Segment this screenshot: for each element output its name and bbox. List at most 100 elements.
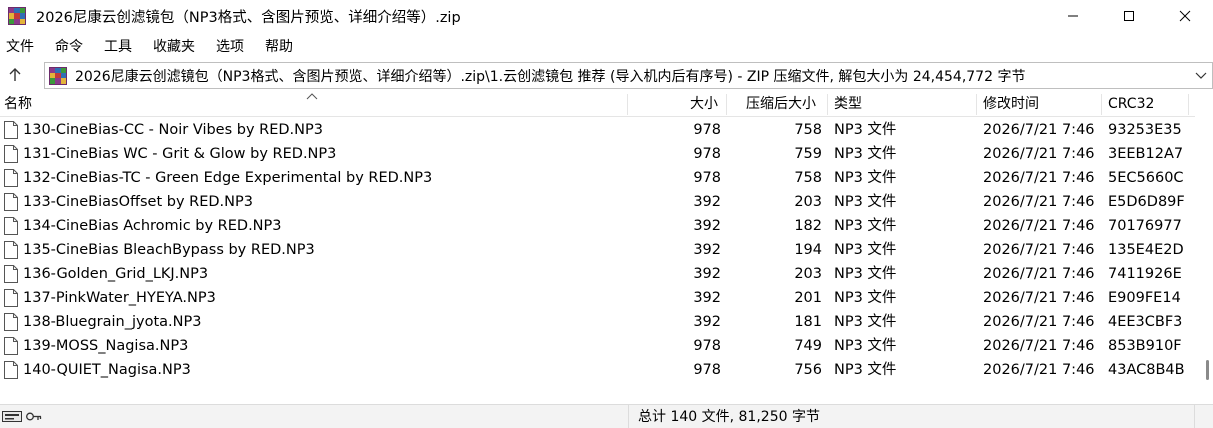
file-size: 392	[693, 218, 721, 234]
file-size: 978	[693, 122, 721, 138]
file-name: 134-CineBias Achromic by RED.NP3	[23, 218, 282, 234]
table-row[interactable]: 138-Bluegrain_jyota.NP3 392 181 NP3 文件 2…	[0, 310, 1195, 334]
file-modified: 2026/7/21 7:46	[983, 314, 1095, 330]
file-name: 131-CineBias WC - Grit & Glow by RED.NP3	[23, 146, 337, 162]
file-size: 978	[693, 170, 721, 186]
vertical-scrollbar[interactable]	[1196, 92, 1213, 403]
table-row[interactable]: 140-QUIET_Nagisa.NP3 978 756 NP3 文件 2026…	[0, 358, 1195, 382]
file-modified: 2026/7/21 7:46	[983, 242, 1095, 258]
menu-tools[interactable]: 工具	[98, 36, 138, 56]
column-separator[interactable]	[976, 94, 977, 115]
table-row[interactable]: 130-CineBias-CC - Noir Vibes by RED.NP3 …	[0, 118, 1195, 142]
file-modified: 2026/7/21 7:46	[983, 290, 1095, 306]
file-packed-size: 181	[794, 314, 822, 330]
file-packed-size: 182	[794, 218, 822, 234]
maximize-button[interactable]	[1101, 0, 1157, 32]
archive-icon	[49, 66, 67, 85]
file-crc: 4EE3CBF3	[1108, 314, 1183, 330]
file-crc: 43AC8B4B	[1108, 362, 1185, 378]
column-header-mtime[interactable]: 修改时间	[983, 92, 1039, 117]
file-packed-size: 194	[794, 242, 822, 258]
file-name: 133-CineBiasOffset by RED.NP3	[23, 194, 253, 210]
menu-commands[interactable]: 命令	[49, 36, 89, 56]
up-folder-button[interactable]	[4, 64, 26, 86]
file-packed-size: 758	[794, 122, 822, 138]
table-row[interactable]: 135-CineBias BleachBypass by RED.NP3 392…	[0, 238, 1195, 262]
file-crc: E5D6D89F	[1108, 194, 1185, 210]
file-crc: 70176977	[1108, 218, 1182, 234]
address-bar[interactable]: 2026尼康云创滤镜包（NP3格式、含图片预览、详细介绍等）.zip\1.云创滤…	[44, 62, 1213, 89]
table-row[interactable]: 137-PinkWater_HYEYA.NP3 392 201 NP3 文件 2…	[0, 286, 1195, 310]
file-size: 392	[693, 242, 721, 258]
file-name: 132-CineBias-TC - Green Edge Experimenta…	[23, 170, 433, 186]
address-dropdown-button[interactable]	[1190, 72, 1212, 80]
file-size: 392	[693, 290, 721, 306]
file-list: 130-CineBias-CC - Noir Vibes by RED.NP3 …	[0, 118, 1195, 382]
column-separator[interactable]	[827, 94, 828, 115]
file-type: NP3 文件	[834, 266, 897, 282]
status-bar: 总计 140 文件, 81,250 字节	[0, 404, 1213, 428]
title-bar[interactable]: 2026尼康云创滤镜包（NP3格式、含图片预览、详细介绍等）.zip	[0, 0, 1213, 32]
file-packed-size: 203	[794, 194, 822, 210]
column-header-crc[interactable]: CRC32	[1108, 92, 1154, 117]
file-type: NP3 文件	[834, 218, 897, 234]
menu-bar: 文件 命令 工具 收藏夹 选项 帮助	[0, 34, 308, 58]
column-separator[interactable]	[1101, 94, 1102, 115]
winrar-books-icon	[8, 7, 26, 25]
file-size: 392	[693, 314, 721, 330]
menu-help[interactable]: 帮助	[259, 36, 299, 56]
file-icon	[4, 361, 18, 379]
menu-favorites[interactable]: 收藏夹	[147, 36, 201, 56]
sort-ascending-icon	[306, 93, 318, 100]
file-packed-size: 756	[794, 362, 822, 378]
table-row[interactable]: 132-CineBias-TC - Green Edge Experimenta…	[0, 166, 1195, 190]
file-icon	[4, 337, 18, 355]
file-packed-size: 759	[794, 146, 822, 162]
minimize-button[interactable]	[1045, 0, 1101, 32]
table-row[interactable]: 139-MOSS_Nagisa.NP3 978 749 NP3 文件 2026/…	[0, 334, 1195, 358]
column-header-packed[interactable]: 压缩后大小	[746, 92, 816, 117]
file-modified: 2026/7/21 7:46	[983, 146, 1095, 162]
file-packed-size: 758	[794, 170, 822, 186]
file-size: 392	[693, 266, 721, 282]
column-separator[interactable]	[1188, 94, 1189, 115]
file-icon	[4, 289, 18, 307]
table-row[interactable]: 136-Golden_Grid_LKJ.NP3 392 203 NP3 文件 2…	[0, 262, 1195, 286]
file-modified: 2026/7/21 7:46	[983, 218, 1095, 234]
column-header-size[interactable]: 大小	[690, 92, 718, 117]
close-button[interactable]	[1157, 0, 1213, 32]
file-name: 137-PinkWater_HYEYA.NP3	[23, 290, 216, 306]
table-row[interactable]: 134-CineBias Achromic by RED.NP3 392 182…	[0, 214, 1195, 238]
window-title: 2026尼康云创滤镜包（NP3格式、含图片预览、详细介绍等）.zip	[36, 9, 461, 26]
column-headers: 名称 大小 压缩后大小 类型 修改时间 CRC32	[0, 92, 1195, 117]
column-separator[interactable]	[726, 94, 727, 115]
file-size: 392	[693, 194, 721, 210]
file-type: NP3 文件	[834, 122, 897, 138]
status-left-pane	[0, 405, 627, 428]
file-type: NP3 文件	[834, 146, 897, 162]
file-icon	[4, 193, 18, 211]
file-crc: 3EEB12A7	[1108, 146, 1184, 162]
disk-icon[interactable]	[2, 411, 22, 422]
file-type: NP3 文件	[834, 170, 897, 186]
file-crc: 7411926E	[1108, 266, 1182, 282]
table-row[interactable]: 133-CineBiasOffset by RED.NP3 392 203 NP…	[0, 190, 1195, 214]
file-size: 978	[693, 146, 721, 162]
file-icon	[4, 121, 18, 139]
column-header-type[interactable]: 类型	[834, 92, 862, 117]
column-separator[interactable]	[627, 94, 628, 115]
table-row[interactable]: 131-CineBias WC - Grit & Glow by RED.NP3…	[0, 142, 1195, 166]
menu-options[interactable]: 选项	[210, 36, 250, 56]
key-icon[interactable]	[26, 411, 42, 422]
scrollbar-thumb[interactable]	[1206, 360, 1209, 380]
close-icon	[1179, 10, 1191, 22]
file-packed-size: 749	[794, 338, 822, 354]
file-type: NP3 文件	[834, 290, 897, 306]
file-packed-size: 203	[794, 266, 822, 282]
file-crc: 135E4E2D	[1108, 242, 1184, 258]
menu-file[interactable]: 文件	[0, 36, 40, 56]
file-modified: 2026/7/21 7:46	[983, 194, 1095, 210]
file-name: 136-Golden_Grid_LKJ.NP3	[23, 266, 209, 282]
column-header-name[interactable]: 名称	[4, 92, 32, 117]
file-size: 978	[693, 362, 721, 378]
